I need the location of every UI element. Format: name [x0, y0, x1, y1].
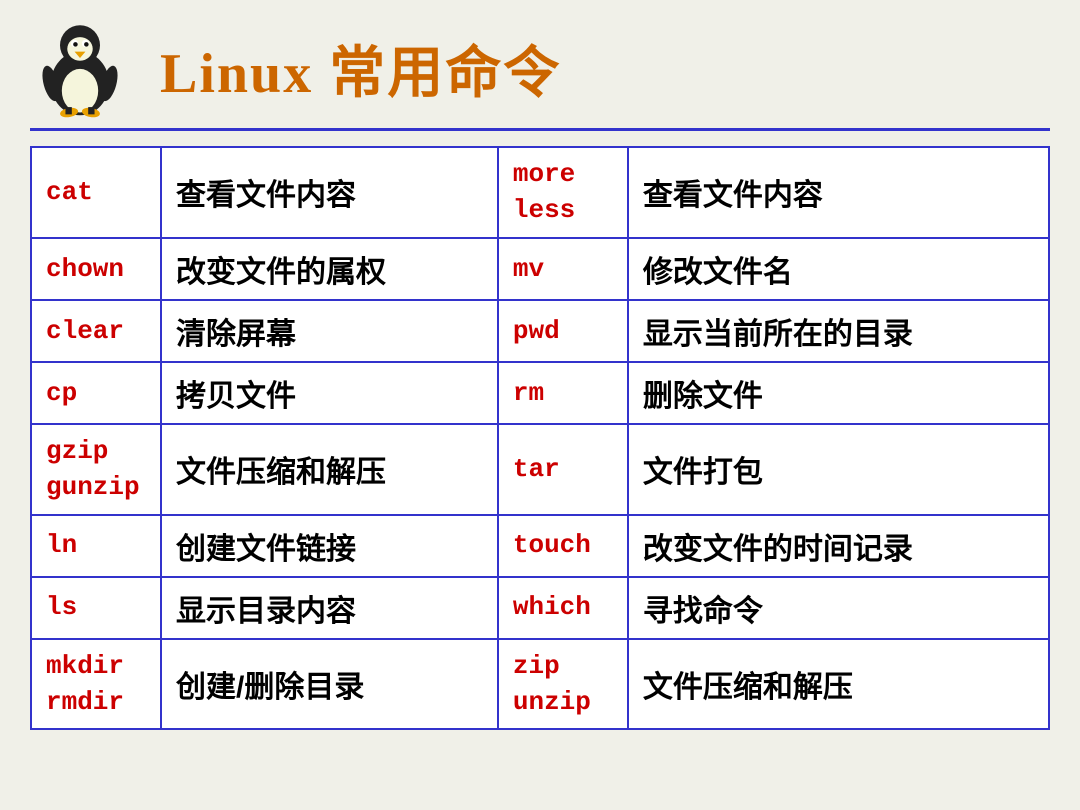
desc2-cell: 寻找命令: [628, 577, 1049, 639]
desc2-cell: 改变文件的时间记录: [628, 515, 1049, 577]
desc2-cell: 显示当前所在的目录: [628, 300, 1049, 362]
page: Linux 常用命令 cat查看文件内容more less查看文件内容chown…: [0, 0, 1080, 810]
table-row: gzip gunzip文件压缩和解压tar文件打包: [31, 424, 1049, 515]
cmd2-cell: which: [498, 577, 628, 639]
table-row: mkdir rmdir创建/删除目录zip unzip文件压缩和解压: [31, 639, 1049, 730]
header-divider: [30, 128, 1050, 131]
header: Linux 常用命令: [0, 0, 1080, 128]
commands-table: cat查看文件内容more less查看文件内容chown改变文件的属权mv修改…: [30, 146, 1050, 730]
page-title: Linux 常用命令: [160, 28, 561, 109]
desc1-cell: 拷贝文件: [161, 362, 498, 424]
cmd1-cell: ln: [31, 515, 161, 577]
desc1-cell: 创建/删除目录: [161, 639, 498, 730]
cmd2-cell: tar: [498, 424, 628, 515]
desc1-cell: 文件压缩和解压: [161, 424, 498, 515]
desc1-cell: 创建文件链接: [161, 515, 498, 577]
cmd1-cell: mkdir rmdir: [31, 639, 161, 730]
tux-logo: [30, 18, 140, 118]
cmd2-cell: zip unzip: [498, 639, 628, 730]
table-row: ls显示目录内容which寻找命令: [31, 577, 1049, 639]
table-row: ln创建文件链接touch改变文件的时间记录: [31, 515, 1049, 577]
desc2-cell: 修改文件名: [628, 238, 1049, 300]
cmd1-cell: clear: [31, 300, 161, 362]
desc1-cell: 查看文件内容: [161, 147, 498, 238]
commands-table-container: cat查看文件内容more less查看文件内容chown改变文件的属权mv修改…: [0, 146, 1080, 810]
desc2-cell: 文件打包: [628, 424, 1049, 515]
desc2-cell: 查看文件内容: [628, 147, 1049, 238]
table-row: clear清除屏幕pwd显示当前所在的目录: [31, 300, 1049, 362]
cmd2-cell: rm: [498, 362, 628, 424]
cmd1-cell: cp: [31, 362, 161, 424]
desc2-cell: 文件压缩和解压: [628, 639, 1049, 730]
desc1-cell: 显示目录内容: [161, 577, 498, 639]
cmd1-cell: chown: [31, 238, 161, 300]
table-row: cp拷贝文件rm删除文件: [31, 362, 1049, 424]
cmd2-cell: pwd: [498, 300, 628, 362]
cmd1-cell: gzip gunzip: [31, 424, 161, 515]
cmd2-cell: more less: [498, 147, 628, 238]
desc1-cell: 清除屏幕: [161, 300, 498, 362]
cmd2-cell: touch: [498, 515, 628, 577]
cmd1-cell: cat: [31, 147, 161, 238]
table-row: chown改变文件的属权mv修改文件名: [31, 238, 1049, 300]
table-row: cat查看文件内容more less查看文件内容: [31, 147, 1049, 238]
desc1-cell: 改变文件的属权: [161, 238, 498, 300]
cmd2-cell: mv: [498, 238, 628, 300]
cmd1-cell: ls: [31, 577, 161, 639]
desc2-cell: 删除文件: [628, 362, 1049, 424]
